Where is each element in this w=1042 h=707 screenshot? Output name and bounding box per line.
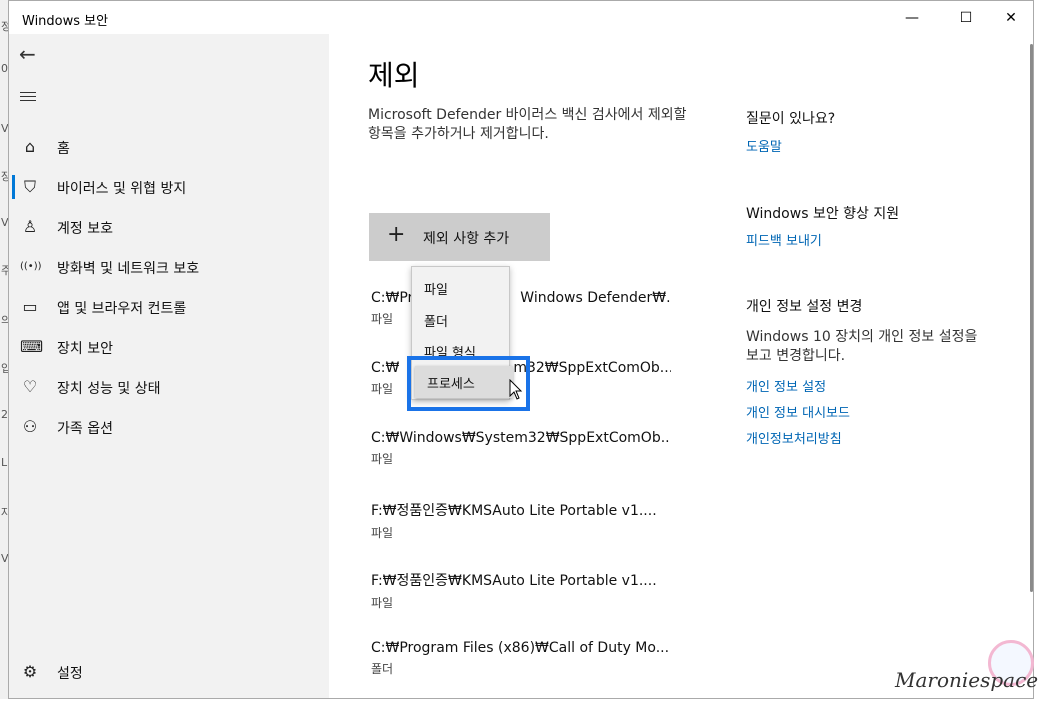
- add-exclusion-button[interactable]: + 제외 사항 추가: [369, 213, 550, 261]
- exclusion-path: C:₩: [371, 360, 400, 376]
- exclusion-item[interactable]: F:₩정품인증₩KMSAuto Lite Portable v1.... 파일: [371, 500, 671, 541]
- desktop-edge: [1034, 0, 1042, 707]
- title-bar[interactable]: Windows 보안 — ☐ ✕: [9, 1, 1033, 34]
- sidebar-item-label: 설정: [57, 666, 83, 682]
- plus-icon: +: [387, 222, 406, 247]
- main-content: 제외 Microsoft Defender 바이러스 백신 검사에서 제외할 항…: [329, 34, 1033, 698]
- sidebar-item-device-health[interactable]: ♡ 장치 성능 및 상태: [9, 367, 329, 407]
- exclusion-item[interactable]: C:₩Windows₩System32₩SppExtComOb... 파일: [371, 430, 671, 467]
- family-icon: ⚇: [22, 417, 38, 436]
- sidebar-item-settings[interactable]: ⚙ 설정: [9, 652, 329, 692]
- privacy-heading: 개인 정보 설정 변경: [746, 299, 863, 315]
- dropdown-item-folder[interactable]: 폴더: [412, 303, 509, 333]
- heart-pulse-icon: ♡: [22, 377, 38, 396]
- dropdown-item-file[interactable]: 파일: [412, 271, 509, 301]
- exclusion-path: C:₩Windows₩System32₩SppExtComOb...: [371, 430, 671, 446]
- exclusion-item[interactable]: C:₩Program Files (x86)₩Call of Duty Mo..…: [371, 640, 671, 677]
- sidebar-item-label: 홈: [57, 141, 70, 157]
- desktop-edge-bottom: [0, 699, 1042, 707]
- sidebar-item-account-protection[interactable]: ♙ 계정 보호: [9, 207, 329, 247]
- mouse-cursor-icon: [509, 379, 523, 400]
- hamburger-menu-icon[interactable]: [20, 89, 40, 107]
- exclusion-path: C:₩Program Files (x86)₩Call of Duty Mo..…: [371, 640, 670, 656]
- bg-char: L: [1, 456, 8, 469]
- exclusion-path: F:₩정품인증₩KMSAuto Lite Portable v1....: [371, 503, 657, 519]
- exclusion-path: F:₩정품인증₩KMSAuto Lite Portable v1....: [371, 573, 657, 589]
- bg-char: 2: [1, 408, 8, 421]
- exclusion-type: 파일: [371, 526, 394, 540]
- shield-icon: ⛉: [23, 177, 36, 196]
- sidebar-item-label: 장치 보안: [57, 341, 113, 357]
- home-icon: ⌂: [24, 137, 36, 156]
- exclusion-type: 파일: [371, 596, 394, 610]
- add-exclusion-label: 제외 사항 추가: [423, 231, 510, 247]
- sidebar-item-home[interactable]: ⌂ 홈: [9, 127, 329, 167]
- wifi-signal-icon: ((•)): [20, 261, 42, 272]
- background-window-strip: 정 0 V 장 V 주 의 입 2 L 자 V: [0, 0, 11, 707]
- page-title: 제외: [368, 59, 420, 92]
- bg-char: 0: [1, 62, 8, 75]
- sidebar-item-firewall[interactable]: ((•)) 방화벽 및 네트워크 보호: [9, 247, 329, 287]
- vertical-scrollbar[interactable]: [1030, 44, 1033, 592]
- question-heading: 질문이 있나요?: [746, 111, 836, 127]
- back-arrow-icon[interactable]: ←: [19, 44, 43, 66]
- sidebar-item-label: 바이러스 및 위협 방지: [57, 181, 187, 197]
- minimize-button[interactable]: —: [889, 1, 935, 34]
- sidebar-item-device-security[interactable]: ⌨ 장치 보안: [9, 327, 329, 367]
- exclusion-path-tail: m32₩SppExtComOb...: [513, 360, 671, 376]
- sidebar-item-label: 계정 보호: [57, 221, 113, 237]
- watermark-text: Maroniespace: [895, 668, 1039, 692]
- help-link[interactable]: 도움말: [746, 136, 782, 155]
- page-description: Microsoft Defender 바이러스 백신 검사에서 제외할 항목을 …: [368, 107, 687, 142]
- window-title: Windows 보안: [22, 14, 109, 29]
- privacy-dashboard-link[interactable]: 개인 정보 대시보드: [746, 402, 850, 421]
- sidebar-item-label: 앱 및 브라우저 컨트롤: [57, 301, 187, 317]
- feedback-link[interactable]: 피드백 보내기: [746, 230, 822, 249]
- exclusion-path-tail: Windows Defender₩...: [520, 290, 671, 306]
- active-indicator: [12, 175, 15, 199]
- close-button[interactable]: ✕: [988, 1, 1033, 34]
- privacy-description: Windows 10 장치의 개인 정보 설정을 보고 변경합니다.: [746, 329, 978, 364]
- sidebar-item-label: 방화벽 및 네트워크 보호: [57, 261, 200, 277]
- exclusion-item[interactable]: F:₩정품인증₩KMSAuto Lite Portable v1.... 파일: [371, 570, 671, 611]
- exclusion-type: 파일: [371, 452, 394, 466]
- browser-window-icon: ▭: [22, 297, 38, 316]
- laptop-icon: ⌨: [20, 337, 44, 356]
- person-icon: ♙: [22, 217, 38, 236]
- exclusion-path: C:₩Pr: [371, 290, 414, 306]
- improve-heading: Windows 보안 향상 지원: [746, 206, 900, 222]
- exclusion-type: 폴더: [371, 662, 394, 676]
- sidebar-item-family-options[interactable]: ⚇ 가족 옵션: [9, 407, 329, 447]
- sidebar-item-label: 장치 성능 및 상태: [57, 381, 161, 397]
- maximize-button[interactable]: ☐: [943, 1, 989, 34]
- windows-security-window: Windows 보안 — ☐ ✕ ← ⌂ 홈 ⛉ 바이러스 및 위협 방지 ♙ …: [8, 0, 1034, 699]
- gear-icon: ⚙: [22, 662, 38, 681]
- privacy-settings-link[interactable]: 개인 정보 설정: [746, 376, 826, 395]
- sidebar-item-virus-protection[interactable]: ⛉ 바이러스 및 위협 방지: [9, 167, 329, 207]
- sidebar: ← ⌂ 홈 ⛉ 바이러스 및 위협 방지 ♙ 계정 보호 ((•)) 방화벽 및…: [9, 34, 329, 698]
- privacy-statement-link[interactable]: 개인정보처리방침: [746, 428, 842, 447]
- sidebar-item-label: 가족 옵션: [57, 421, 113, 437]
- sidebar-item-app-browser[interactable]: ▭ 앱 및 브라우저 컨트롤: [9, 287, 329, 327]
